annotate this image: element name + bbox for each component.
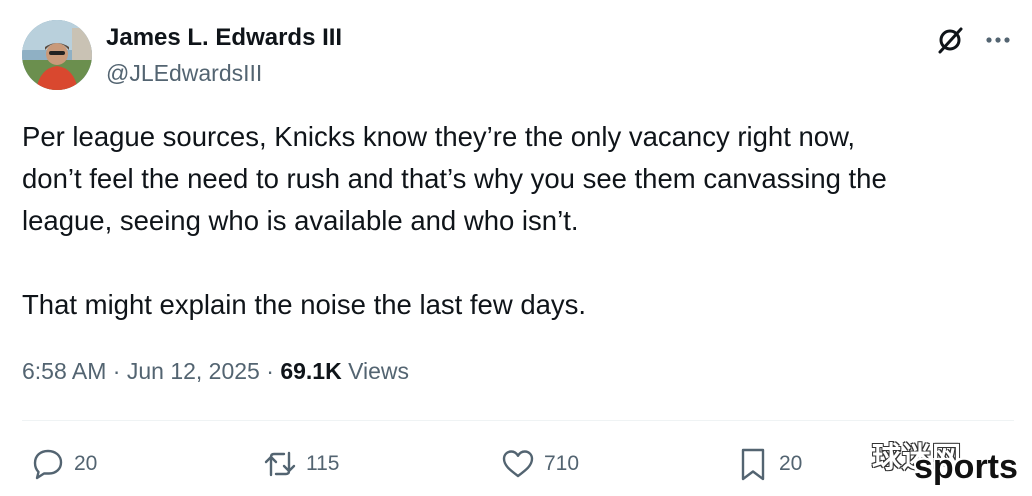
meta-separator: · — [266, 358, 274, 384]
tweet-line: That might explain the noise the last fe… — [22, 289, 587, 320]
author-display-name[interactable]: James L. Edwards III — [106, 24, 342, 52]
repost-icon — [264, 451, 296, 477]
sports-watermark: 球迷网 sports — [872, 434, 1024, 490]
tweet-meta: 6:58 AM · Jun 12, 2025 · 69.1K Views — [22, 358, 409, 385]
tweet-line: don’t feel the need to rush and that’s w… — [22, 163, 887, 194]
tweet-line: league, seeing who is available and who … — [22, 205, 579, 236]
like-button[interactable]: 710 — [500, 444, 579, 484]
avatar-photo — [22, 20, 92, 90]
repost-button[interactable]: 115 — [262, 444, 339, 484]
bookmark-count: 20 — [779, 452, 803, 475]
bookmark-button[interactable]: 20 — [735, 444, 802, 484]
views-count: 69.1K — [280, 358, 342, 384]
tweet-date[interactable]: Jun 12, 2025 — [127, 358, 260, 384]
tweet-line: Per league sources, Knicks know they’re … — [22, 121, 856, 152]
reply-icon — [33, 449, 63, 480]
author-handle[interactable]: @JLEdwardsIII — [106, 60, 262, 87]
grok-icon[interactable] — [934, 24, 966, 56]
bookmark-icon — [741, 448, 765, 481]
meta-separator: · — [112, 358, 121, 384]
reply-button[interactable]: 20 — [30, 444, 97, 484]
views-label: Views — [348, 358, 410, 384]
tweet-time[interactable]: 6:58 AM — [22, 358, 106, 384]
divider — [22, 420, 1014, 421]
watermark-english: sports — [914, 448, 1018, 486]
like-icon — [502, 450, 534, 478]
avatar[interactable] — [22, 20, 92, 90]
tweet-text: Per league sources, Knicks know they’re … — [22, 116, 1017, 326]
repost-count: 115 — [306, 452, 340, 475]
like-count: 710 — [544, 452, 580, 475]
more-icon[interactable] — [982, 24, 1014, 56]
reply-count: 20 — [74, 452, 98, 475]
